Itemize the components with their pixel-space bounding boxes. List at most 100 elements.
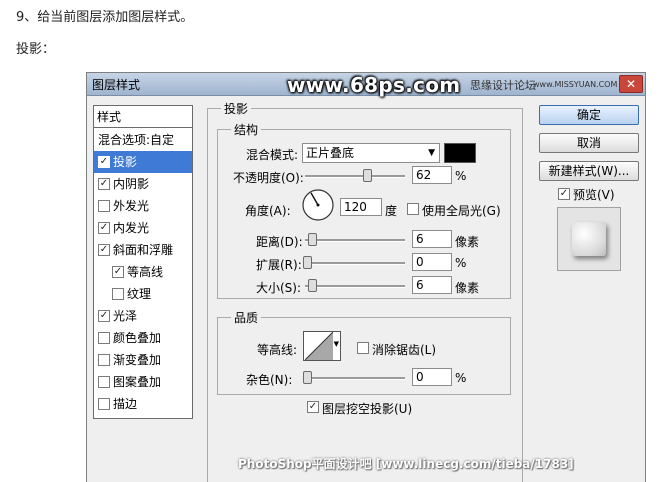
dropdown-arrow-icon: ▼ [428,148,435,158]
style-item[interactable]: 外发光 [94,195,192,217]
style-item-checkbox[interactable] [112,288,124,300]
spread-slider-track[interactable] [305,262,405,265]
knockout-checkbox[interactable]: ✓ [307,401,319,413]
opacity-label: 不透明度(O): [233,171,304,185]
layer-style-dialog: 图层样式 www.68ps.com 思缘设计论坛 www.MISSYUAN.CO… [86,72,646,482]
style-item-label: 内阴影 [113,177,150,191]
article-step-text: 9、给当前图层添加图层样式。 [16,10,194,25]
contour-linear-icon [305,332,333,360]
style-item[interactable]: ✓ 内发光 [94,217,192,239]
noise-unit: % [455,371,467,385]
styles-list: 样式 混合选项:自定 ✓ 投影 ✓ 内阴影 外发光 ✓ 内发光 ✓ 斜面和浮雕 ✓ 等高线 纹理 ✓ 光泽颜… [93,105,193,419]
preview-checkbox[interactable]: ✓ [558,188,570,200]
size-field[interactable]: 6 [412,276,452,294]
contour-picker[interactable]: ▼ [303,331,341,361]
style-item[interactable]: 纹理 [94,283,192,305]
style-item-label: 等高线 [127,265,164,279]
size-unit: 像素 [455,281,480,295]
dialog-titlebar[interactable]: 图层样式 www.68ps.com 思缘设计论坛 www.MISSYUAN.CO… [87,73,645,97]
style-item-checkbox[interactable] [98,354,110,366]
style-item[interactable]: 混合选项:自定 [94,129,192,151]
style-item-label: 图案叠加 [113,375,162,389]
noise-label: 杂色(N): [246,373,293,387]
dialog-title: 图层样式 [92,78,141,92]
knockout-label: 图层挖空投影(U) [322,402,413,416]
distance-label: 距离(D): [256,235,303,249]
close-button[interactable]: ✕ [619,75,643,93]
styles-header: 样式 [97,110,122,124]
contour-label: 等高线: [257,343,298,357]
style-item[interactable]: ✓ 投影 [94,151,192,173]
noise-slider-track[interactable] [305,377,405,380]
drop-shadow-title: 投影 [221,100,252,117]
style-item[interactable]: 颜色叠加 [94,327,192,349]
style-item[interactable]: ✓ 内阴影 [94,173,192,195]
noise-field[interactable]: 0 [412,368,452,386]
anti-alias-label: 消除锯齿(L) [372,343,437,357]
quality-title: 品质 [231,309,262,326]
style-item-checkbox[interactable] [98,376,110,388]
size-slider-thumb[interactable] [308,279,317,292]
style-item-checkbox[interactable]: ✓ [98,178,110,190]
style-item-checkbox[interactable]: ✓ [98,244,110,256]
global-light-label: 使用全局光(G) [422,204,501,218]
ok-button[interactable]: 确定 [539,105,639,125]
noise-slider-thumb[interactable] [303,371,312,384]
size-slider-track[interactable] [305,285,405,288]
style-item-checkbox[interactable] [98,200,110,212]
article-section-text: 投影： [16,42,56,57]
style-item-checkbox[interactable]: ✓ [98,156,110,168]
distance-slider-track[interactable] [305,239,405,242]
new-style-button[interactable]: 新建样式(W)... [539,161,639,181]
opacity-slider-thumb[interactable] [363,169,372,182]
close-icon: ✕ [625,77,637,91]
style-preview [557,207,621,271]
angle-label: 角度(A): [245,204,291,218]
style-item[interactable]: ✓ 等高线 [94,261,192,283]
style-item-label: 外发光 [113,199,150,213]
style-item-label: 混合选项:自定 [98,133,175,147]
style-item-label: 光泽 [113,309,138,323]
style-item[interactable]: ✓ 光泽 [94,305,192,327]
style-item[interactable]: 渐变叠加 [94,349,192,371]
style-item-checkbox[interactable]: ✓ [98,222,110,234]
spread-unit: % [455,256,467,270]
style-item-label: 纹理 [127,287,152,301]
style-item[interactable]: 图案叠加 [94,371,192,393]
shadow-color-swatch[interactable] [444,143,476,163]
preview-label: 预览(V) [573,188,615,202]
style-item[interactable]: 描边 [94,393,192,415]
style-item-checkbox[interactable]: ✓ [112,266,124,278]
style-item-label: 内发光 [113,221,150,235]
style-item-checkbox[interactable]: ✓ [98,310,110,322]
opacity-unit: % [455,169,467,183]
distance-slider-thumb[interactable] [308,233,317,246]
opacity-slider-track[interactable] [305,175,405,178]
forum-url-watermark: www.MISSYUAN.COM [533,80,618,89]
angle-dial[interactable] [301,188,335,222]
checkmark-icon: ✓ [308,401,318,412]
blend-mode-value: 正片叠底 [306,146,355,160]
style-item-checkbox[interactable] [98,332,110,344]
spread-label: 扩展(R): [256,258,302,272]
opacity-field[interactable]: 62 [412,166,452,184]
structure-title: 结构 [231,121,262,138]
checkmark-icon: ✓ [559,188,569,199]
global-light-checkbox[interactable] [407,203,419,215]
spread-field[interactable]: 0 [412,253,452,271]
footer-watermark: PhotoShop平面设计吧 [www.linecg.com/tieba/178… [238,457,574,471]
size-label: 大小(S): [256,281,302,295]
style-item-label: 颜色叠加 [113,331,162,345]
dropdown-arrow-icon: ▼ [333,340,339,348]
spread-slider-thumb[interactable] [303,256,312,269]
cancel-button[interactable]: 取消 [539,133,639,153]
distance-unit: 像素 [455,235,480,249]
style-item[interactable]: ✓ 斜面和浮雕 [94,239,192,261]
distance-field[interactable]: 6 [412,230,452,248]
blend-mode-select[interactable]: 正片叠底 ▼ [302,143,440,163]
style-item-label: 投影 [113,155,138,169]
preview-swatch [572,222,606,256]
anti-alias-checkbox[interactable] [357,342,369,354]
angle-field[interactable]: 120 [340,198,382,216]
style-item-checkbox[interactable] [98,398,110,410]
